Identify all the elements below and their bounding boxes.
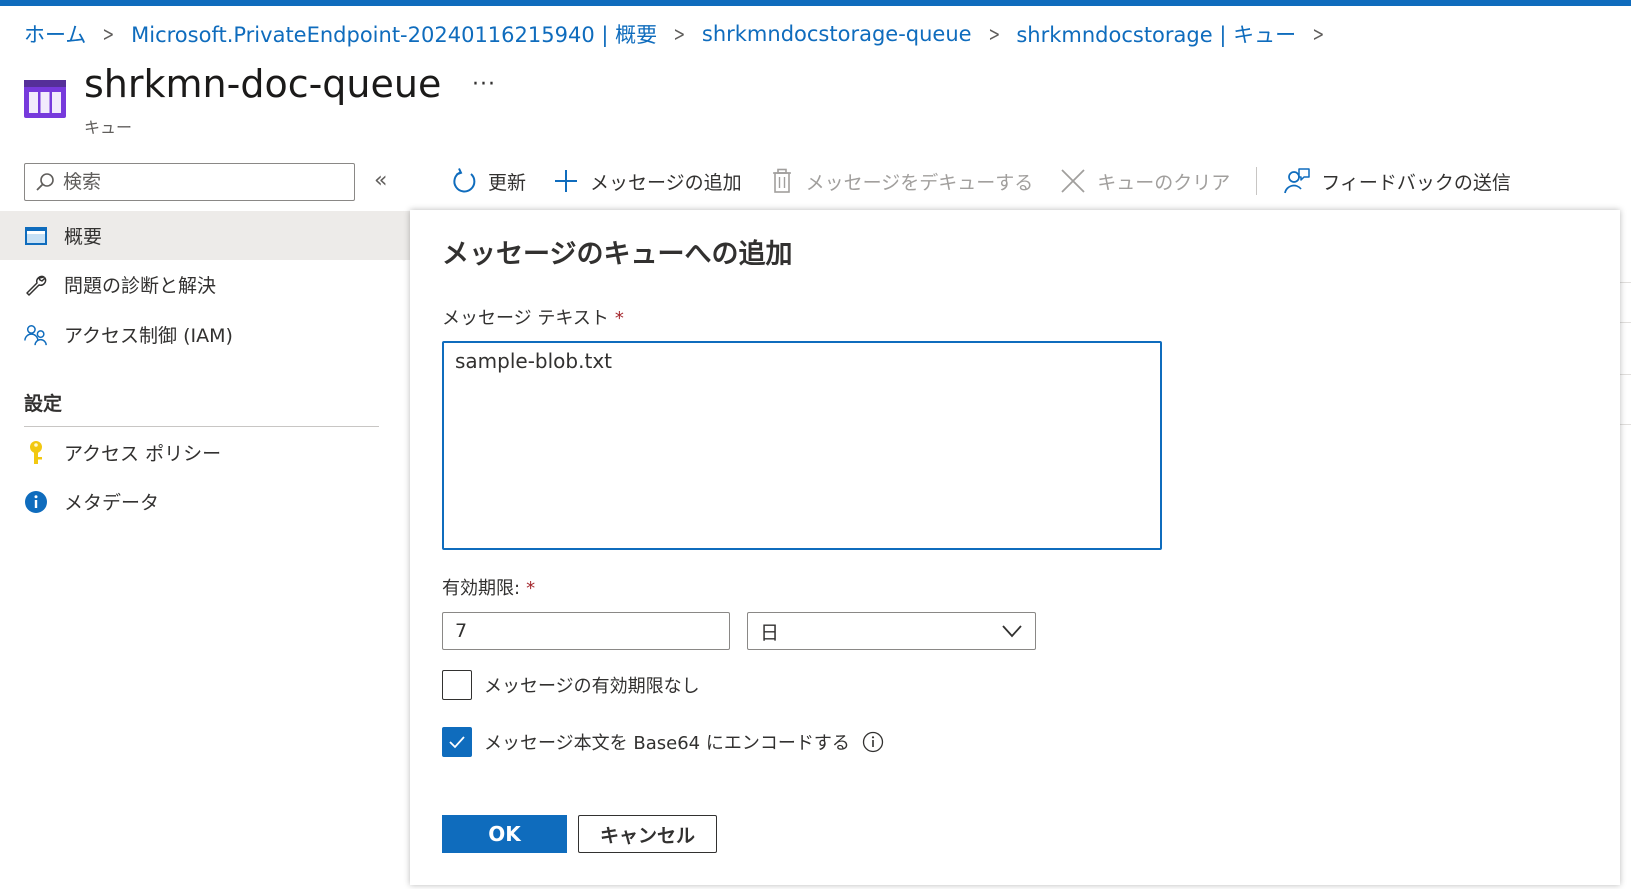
add-message-button[interactable]: メッセージの追加 (552, 167, 742, 195)
refresh-button[interactable]: 更新 (450, 167, 526, 195)
key-icon (24, 440, 48, 465)
breadcrumb-separator: > (102, 22, 115, 46)
expiry-unit-value: 日 (760, 621, 780, 644)
background-row-divider (1620, 322, 1631, 323)
send-feedback-label: フィードバックの送信 (1321, 171, 1511, 194)
no-expiry-checkbox[interactable] (442, 670, 472, 700)
refresh-icon (453, 168, 476, 193)
page-title: shrkmn-doc-queue (84, 62, 442, 106)
command-bar: 更新 メッセージの追加 メッセージをデキューする キューのクリア フィードバック… (450, 163, 1537, 199)
sidebar-item-access-policy[interactable]: アクセス ポリシー (0, 428, 410, 477)
breadcrumb-private-endpoint[interactable]: Microsoft.PrivateEndpoint-20240116215940… (131, 19, 657, 49)
feedback-icon (1284, 168, 1311, 194)
info-icon (24, 490, 48, 514)
search-icon (36, 173, 54, 191)
settings-section-title: 設定 (24, 393, 63, 415)
expiry-unit-dropdown[interactable]: 日 (747, 612, 1036, 650)
wrench-icon (24, 273, 48, 297)
sidebar-item-iam[interactable]: アクセス制御 (IAM) (0, 310, 410, 359)
dialog-title: メッセージのキューへの追加 (442, 239, 793, 270)
sidebar-item-metadata[interactable]: メタデータ (0, 477, 410, 526)
dequeue-label: メッセージをデキューする (805, 171, 1034, 194)
add-icon (555, 170, 578, 192)
required-mark: * (526, 578, 536, 599)
message-text-label-text: メッセージ テキスト (442, 308, 609, 329)
sidebar-item-label: アクセス制御 (IAM) (64, 325, 233, 347)
message-text-label: メッセージ テキスト * (442, 304, 624, 330)
no-expiry-label: メッセージの有効期限なし (484, 676, 700, 697)
collapse-sidebar-button[interactable]: « (374, 168, 387, 193)
queue-resource-icon (24, 80, 66, 118)
breadcrumb-storage-queues[interactable]: shrkmndocstorage | キュー (1016, 19, 1296, 49)
expiry-label: 有効期限: * (442, 574, 535, 600)
base64-checkbox[interactable] (442, 727, 472, 757)
checkmark-icon (449, 736, 465, 749)
page-subtitle: キュー (84, 118, 133, 137)
breadcrumb-separator: > (988, 22, 1000, 46)
clear-queue-button[interactable]: キューのクリア (1059, 167, 1230, 195)
base64-option: メッセージ本文を Base64 にエンコードする (442, 727, 884, 757)
add-message-label: メッセージの追加 (590, 171, 742, 194)
people-icon (24, 323, 48, 347)
chevron-down-icon (1002, 625, 1022, 638)
search-input[interactable] (63, 171, 343, 193)
send-feedback-button[interactable]: フィードバックの送信 (1283, 167, 1511, 195)
info-tooltip-icon[interactable] (862, 731, 884, 753)
no-expiry-option: メッセージの有効期限なし (442, 670, 700, 700)
more-options-button[interactable]: ··· (472, 72, 496, 97)
message-text-input[interactable]: sample-blob.txt (442, 341, 1162, 550)
expiry-value-input[interactable] (442, 612, 730, 650)
dequeue-button[interactable]: メッセージをデキューする (768, 167, 1034, 195)
expiry-label-text: 有効期限: (442, 578, 521, 599)
sidebar-search[interactable] (24, 163, 355, 201)
toolbar-divider (1256, 167, 1258, 195)
base64-label: メッセージ本文を Base64 にエンコードする (484, 733, 850, 754)
background-row-divider (1620, 282, 1631, 283)
refresh-label: 更新 (488, 171, 527, 194)
section-divider (24, 426, 379, 427)
breadcrumb: ホーム > Microsoft.PrivateEndpoint-20240116… (24, 20, 1341, 48)
breadcrumb-storage-queue[interactable]: shrkmndocstorage-queue (702, 22, 972, 46)
breadcrumb-home[interactable]: ホーム (24, 19, 86, 49)
ok-button[interactable]: OK (442, 815, 567, 853)
clear-queue-label: キューのクリア (1097, 171, 1231, 194)
sidebar-item-label: 概要 (64, 226, 103, 248)
sidebar-item-label: 問題の診断と解決 (64, 275, 217, 297)
add-message-dialog: メッセージのキューへの追加 メッセージ テキスト * sample-blob.tx… (410, 210, 1620, 885)
required-mark: * (614, 308, 624, 329)
sidebar-item-diagnose[interactable]: 問題の診断と解決 (0, 260, 410, 309)
background-row-divider (1620, 374, 1631, 375)
sidebar-item-label: アクセス ポリシー (64, 443, 222, 465)
breadcrumb-separator: > (1312, 22, 1325, 46)
sidebar-item-overview[interactable]: 概要 (0, 211, 410, 260)
trash-icon (772, 168, 791, 193)
close-icon (1061, 169, 1085, 193)
top-accent-bar (0, 0, 1631, 6)
breadcrumb-separator: > (673, 22, 686, 46)
sidebar-item-label: メタデータ (64, 492, 160, 514)
background-row-divider (1620, 424, 1631, 425)
overview-icon (24, 224, 48, 248)
cancel-button[interactable]: キャンセル (578, 815, 717, 853)
